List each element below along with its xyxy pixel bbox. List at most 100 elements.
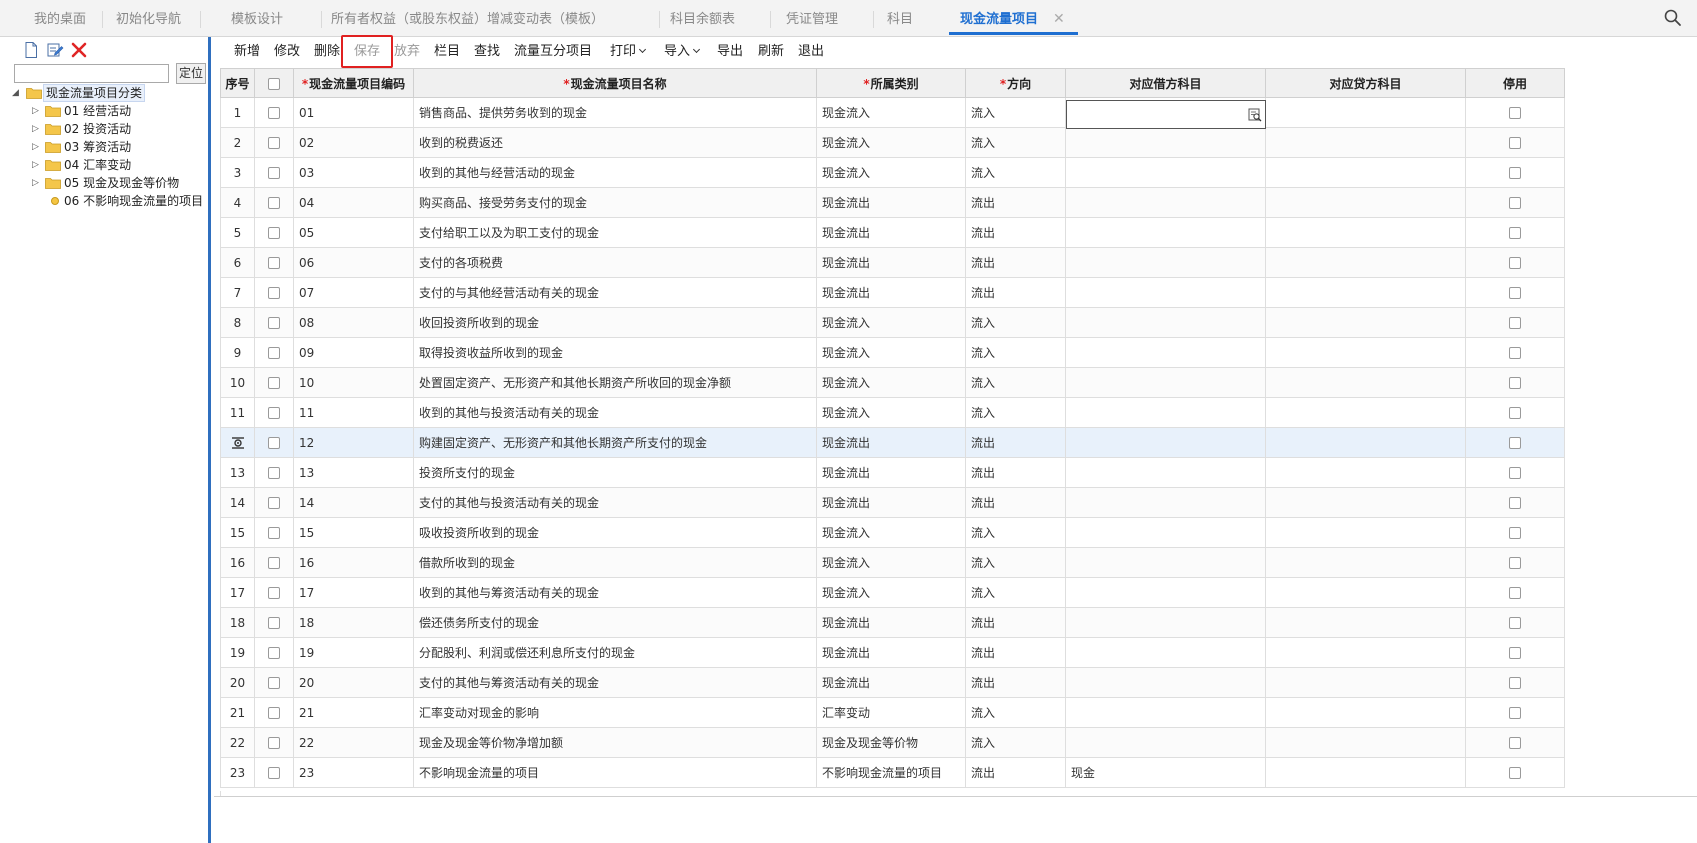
row-select-cell[interactable] [254,697,294,728]
row-select-cell[interactable] [254,547,294,578]
row-direction-cell[interactable]: 流入 [965,127,1066,158]
row-checkbox[interactable] [268,227,280,239]
table-row[interactable]: 16 16 借款所收到的现金 现金流入 流入 [220,547,1565,578]
row-checkbox[interactable] [268,737,280,749]
row-debit-account-cell[interactable]: 现金 [1065,757,1266,788]
row-debit-account-cell[interactable] [1065,487,1266,518]
row-category-cell[interactable]: 现金流出 [816,637,966,668]
import-menu-button[interactable]: 导入 [664,38,701,66]
row-checkbox[interactable] [268,617,280,629]
row-credit-account-cell[interactable] [1265,637,1466,668]
row-debit-account-cell[interactable] [1065,307,1266,338]
row-code-cell[interactable]: 11 [293,397,414,428]
row-credit-account-cell[interactable] [1265,337,1466,368]
row-name-cell[interactable]: 收到的其他与投资活动有关的现金 [413,397,817,428]
row-select-cell[interactable] [254,247,294,278]
row-category-cell[interactable]: 现金流入 [816,157,966,188]
row-debit-account-cell[interactable] [1065,547,1266,578]
row-select-cell[interactable] [254,337,294,368]
row-category-cell[interactable]: 汇率变动 [816,697,966,728]
table-row[interactable]: 1 01 销售商品、提供劳务收到的现金 现金流入 流入 [220,97,1565,128]
table-row[interactable]: 17 17 收到的其他与筹资活动有关的现金 现金流入 流入 [220,577,1565,608]
row-select-cell[interactable] [254,607,294,638]
row-code-cell[interactable]: 12 [293,427,414,458]
row-name-cell[interactable]: 购买商品、接受劳务支付的现金 [413,187,817,218]
row-disabled-cell[interactable] [1465,247,1565,278]
row-disabled-checkbox[interactable] [1509,317,1521,329]
row-direction-cell[interactable]: 流出 [965,427,1066,458]
row-direction-cell[interactable]: 流入 [965,367,1066,398]
expand-icon[interactable]: ▷ [32,156,42,174]
row-disabled-cell[interactable] [1465,547,1565,578]
row-checkbox[interactable] [268,407,280,419]
find-button[interactable]: 查找 [474,38,500,66]
header-disabled[interactable]: 停用 [1465,68,1565,98]
row-select-cell[interactable] [254,757,294,788]
row-disabled-checkbox[interactable] [1509,467,1521,479]
row-code-cell[interactable]: 20 [293,667,414,698]
row-disabled-checkbox[interactable] [1509,167,1521,179]
header-select-all[interactable] [254,68,294,98]
row-select-cell[interactable] [254,127,294,158]
row-disabled-checkbox[interactable] [1509,617,1521,629]
row-disabled-checkbox[interactable] [1509,287,1521,299]
row-direction-cell[interactable]: 流入 [965,697,1066,728]
row-disabled-checkbox[interactable] [1509,707,1521,719]
table-row[interactable]: 22 22 现金及现金等价物净增加额 现金及现金等价物 流入 [220,727,1565,758]
row-disabled-cell[interactable] [1465,607,1565,638]
table-row[interactable]: 21 21 汇率变动对现金的影响 汇率变动 流入 [220,697,1565,728]
table-row[interactable]: 4 04 购买商品、接受劳务支付的现金 现金流出 流出 [220,187,1565,218]
row-debit-account-cell[interactable] [1065,277,1266,308]
row-direction-cell[interactable]: 流出 [965,667,1066,698]
row-credit-account-cell[interactable] [1265,277,1466,308]
row-name-cell[interactable]: 取得投资收益所收到的现金 [413,337,817,368]
row-checkbox[interactable] [268,317,280,329]
row-category-cell[interactable]: 现金流出 [816,427,966,458]
row-direction-cell[interactable]: 流入 [965,97,1066,128]
row-name-cell[interactable]: 现金及现金等价物净增加额 [413,727,817,758]
row-category-cell[interactable]: 现金流入 [816,397,966,428]
row-code-cell[interactable]: 09 [293,337,414,368]
row-disabled-checkbox[interactable] [1509,227,1521,239]
row-checkbox[interactable] [268,377,280,389]
row-disabled-cell[interactable] [1465,757,1565,788]
row-category-cell[interactable]: 现金流出 [816,217,966,248]
row-select-cell[interactable] [254,367,294,398]
row-checkbox[interactable] [268,467,280,479]
row-disabled-checkbox[interactable] [1509,737,1521,749]
row-disabled-cell[interactable] [1465,397,1565,428]
row-direction-cell[interactable]: 流入 [965,727,1066,758]
row-checkbox[interactable] [268,287,280,299]
row-select-cell[interactable] [254,187,294,218]
row-credit-account-cell[interactable] [1265,367,1466,398]
header-debit-account[interactable]: 对应借方科目 [1065,68,1266,98]
row-category-cell[interactable]: 现金流出 [816,277,966,308]
row-debit-account-cell[interactable] [1065,577,1266,608]
row-disabled-cell[interactable] [1465,187,1565,218]
row-direction-cell[interactable]: 流出 [965,757,1066,788]
row-code-cell[interactable]: 15 [293,517,414,548]
row-disabled-cell[interactable] [1465,367,1565,398]
row-disabled-cell[interactable] [1465,337,1565,368]
row-checkbox[interactable] [268,527,280,539]
row-disabled-cell[interactable] [1465,307,1565,338]
row-name-cell[interactable]: 支付的与其他经营活动有关的现金 [413,277,817,308]
export-button[interactable]: 导出 [717,38,743,66]
row-category-cell[interactable]: 现金流入 [816,547,966,578]
row-direction-cell[interactable]: 流入 [965,337,1066,368]
row-direction-cell[interactable]: 流入 [965,397,1066,428]
collapse-icon[interactable]: ◢ [12,84,22,102]
row-checkbox[interactable] [268,707,280,719]
row-name-cell[interactable]: 汇率变动对现金的影响 [413,697,817,728]
row-debit-account-cell[interactable] [1065,187,1266,218]
row-code-cell[interactable]: 03 [293,157,414,188]
row-select-cell[interactable] [254,727,294,758]
delete-icon[interactable] [70,41,88,59]
row-checkbox[interactable] [268,347,280,359]
row-debit-account-cell[interactable] [1065,397,1266,428]
row-code-cell[interactable]: 19 [293,637,414,668]
row-disabled-checkbox[interactable] [1509,677,1521,689]
row-direction-cell[interactable]: 流入 [965,307,1066,338]
table-row[interactable]: 2 02 收到的税费返还 现金流入 流入 [220,127,1565,158]
table-row[interactable]: 11 11 收到的其他与投资活动有关的现金 现金流入 流入 [220,397,1565,428]
